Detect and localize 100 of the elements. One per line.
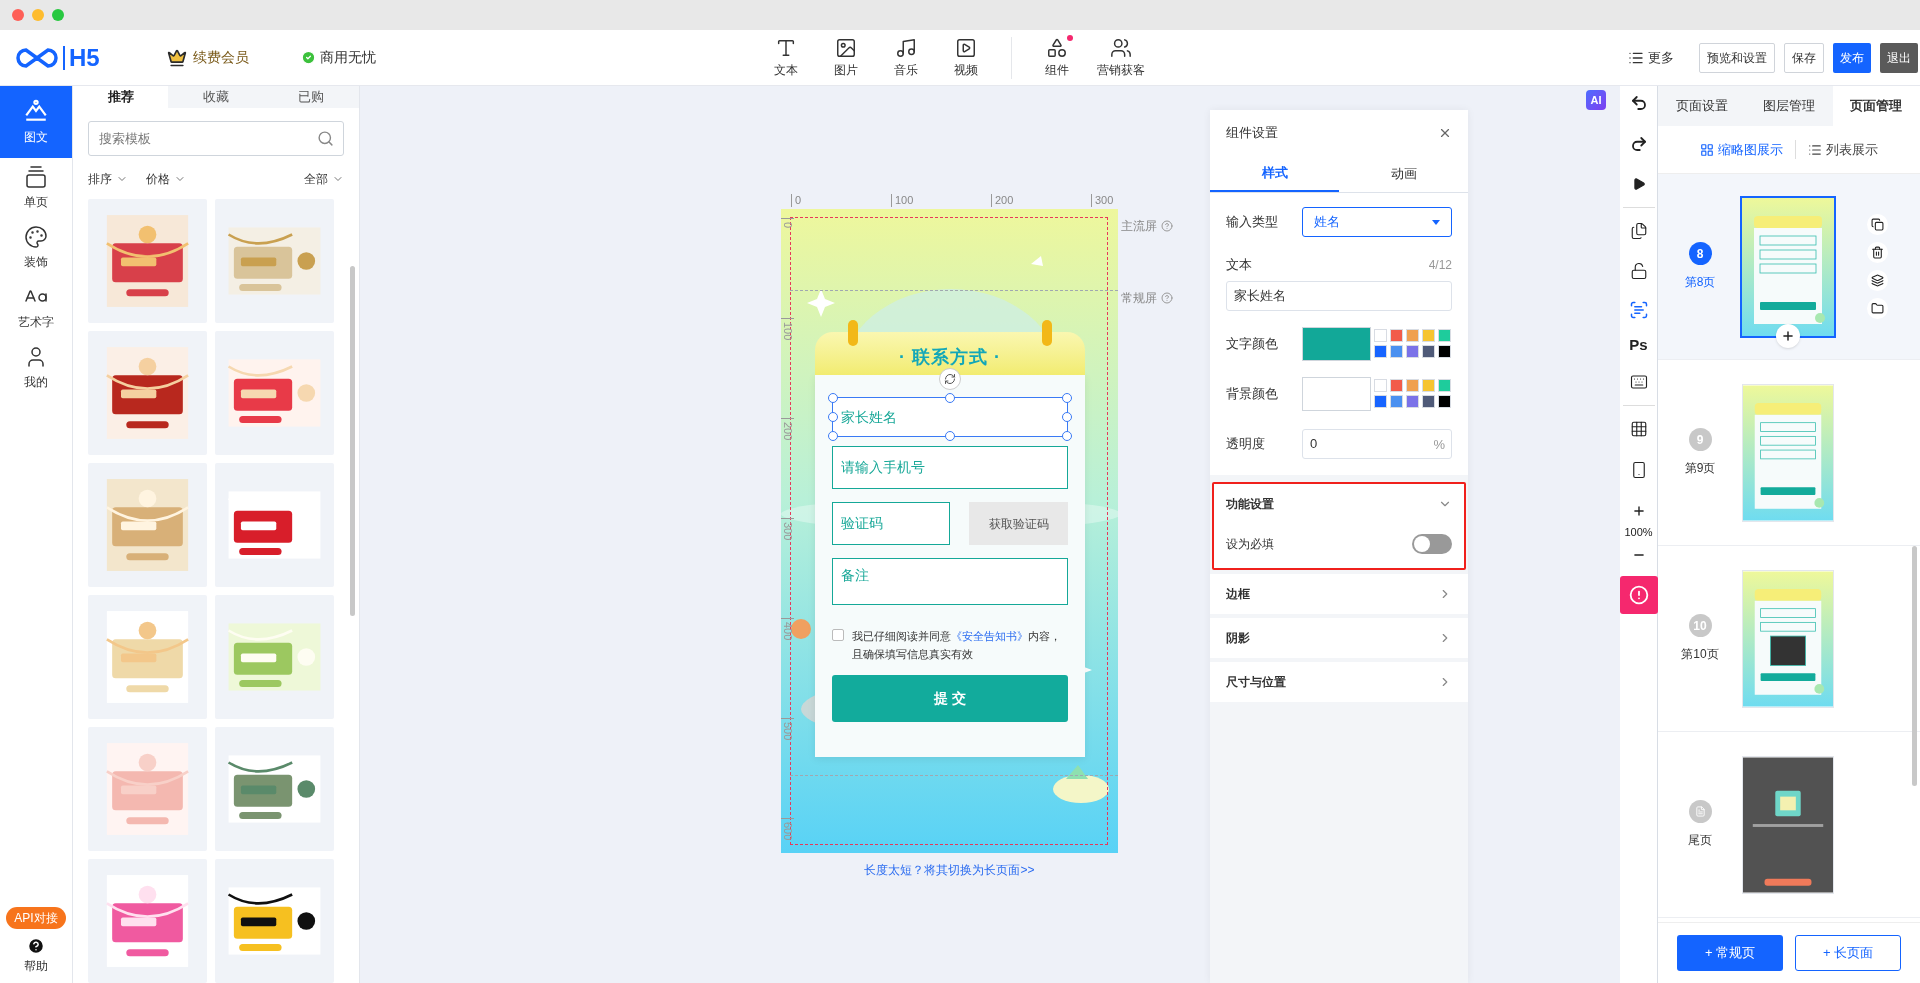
undo-icon[interactable] — [1629, 94, 1648, 112]
scrollbar[interactable] — [1912, 546, 1917, 786]
template-tab[interactable]: 推荐 — [73, 86, 169, 108]
color-swatch[interactable] — [1406, 379, 1419, 392]
duplicate-icon — [1871, 274, 1884, 287]
color-swatch[interactable] — [1390, 379, 1403, 392]
template-card[interactable] — [215, 859, 334, 983]
switch-long-page-link[interactable]: 长度太短？将其切换为长页面>> — [864, 861, 1035, 879]
ring-icon — [848, 320, 858, 346]
panel-tab[interactable]: 图层管理 — [1745, 86, 1833, 126]
color-swatch[interactable] — [1374, 379, 1387, 392]
filter-dropdown[interactable]: 价格 — [146, 170, 186, 188]
agreement-link[interactable]: 《安全告知书》 — [951, 630, 1028, 642]
color-swatch[interactable] — [1374, 345, 1387, 358]
filter-dropdown[interactable]: 排序 — [88, 170, 128, 188]
text-input[interactable]: 家长姓名 — [1226, 280, 1452, 311]
settings-tab[interactable]: 动画 — [1339, 156, 1468, 192]
plus-icon — [1781, 328, 1795, 343]
toolbar-tool[interactable]: 音乐 — [886, 36, 926, 79]
page-action-button[interactable] — [1867, 298, 1888, 319]
settings-tab[interactable]: 样式 — [1210, 156, 1339, 192]
rotate-handle[interactable] — [939, 368, 961, 390]
add-page-button[interactable]: + 常规页 — [1677, 935, 1783, 971]
toolbar-tool[interactable]: 图片 — [826, 36, 866, 79]
color-swatch[interactable] — [1438, 395, 1451, 408]
field-label: 文字颜色 — [1226, 334, 1279, 353]
page-row[interactable]: 8 第8页 — [1658, 174, 1920, 360]
agreement-checkbox[interactable] — [832, 629, 844, 641]
view-toggle[interactable]: 缩略图展示 — [1700, 139, 1783, 160]
color-swatch[interactable] — [1390, 345, 1403, 358]
panel-tab[interactable]: 页面设置 — [1658, 86, 1746, 126]
page-action-button[interactable] — [1867, 242, 1888, 263]
filter-dropdown[interactable]: 全部 — [304, 170, 344, 188]
ruler-label: 600 — [781, 818, 794, 841]
ai-button[interactable]: AI — [1586, 90, 1606, 110]
alert-icon — [1628, 585, 1649, 605]
zoom-in-icon[interactable] — [1631, 503, 1646, 518]
color-swatch[interactable] — [1422, 345, 1435, 358]
section-header[interactable]: 功能设置 — [1226, 483, 1452, 524]
color-picker[interactable] — [1302, 326, 1371, 361]
redo-icon[interactable] — [1629, 135, 1648, 153]
ps-button[interactable]: Ps — [1629, 334, 1648, 357]
header-button[interactable]: 预览和设置 — [1699, 42, 1775, 73]
scan-icon[interactable] — [1628, 300, 1649, 320]
panel-tab[interactable]: 页面管理 — [1832, 86, 1920, 126]
help-button[interactable]: 帮助 — [24, 937, 48, 975]
grid-icon[interactable] — [1629, 419, 1648, 438]
color-swatch[interactable] — [1438, 379, 1451, 392]
color-swatch[interactable] — [1406, 345, 1419, 358]
color-swatch[interactable] — [1422, 395, 1435, 408]
membership-link[interactable]: 续费会员 — [193, 47, 249, 68]
color-swatch[interactable] — [1406, 395, 1419, 408]
cards-icon — [24, 165, 48, 189]
scrollbar[interactable] — [350, 266, 355, 616]
resize-handle[interactable] — [945, 393, 955, 403]
play-icon[interactable] — [1631, 177, 1646, 191]
sidebar-item[interactable]: 图文 — [0, 86, 72, 158]
unlock-icon[interactable] — [1629, 262, 1648, 280]
copy-icon — [1871, 218, 1884, 231]
header-button[interactable]: 退出 — [1880, 42, 1918, 73]
header-button[interactable]: 保存 — [1784, 42, 1824, 73]
view-toggle[interactable]: 列表展示 — [1795, 139, 1878, 160]
color-swatch[interactable] — [1374, 395, 1387, 408]
input-type-select[interactable]: 姓名 — [1302, 207, 1452, 237]
color-swatch[interactable] — [1390, 329, 1403, 342]
color-swatch[interactable] — [1422, 379, 1435, 392]
help-icon[interactable] — [1161, 220, 1173, 232]
color-swatch[interactable] — [1390, 395, 1403, 408]
more-button[interactable]: 更多 — [1628, 47, 1674, 68]
color-picker[interactable] — [1302, 376, 1371, 411]
section-header[interactable]: 阴影 — [1226, 617, 1452, 658]
template-tab[interactable]: 收藏 — [168, 86, 264, 108]
color-swatch[interactable] — [1422, 329, 1435, 342]
page-action-button[interactable] — [1867, 214, 1888, 235]
color-swatch[interactable] — [1374, 329, 1387, 342]
section-header[interactable]: 尺寸与位置 — [1226, 661, 1452, 702]
search-field[interactable]: 搜索模板 — [88, 121, 344, 156]
header-button[interactable]: 发布 — [1833, 42, 1871, 73]
toggle-switch[interactable] — [1412, 533, 1452, 554]
toolbar-tool[interactable]: 营销获客 — [1097, 36, 1145, 79]
color-swatch[interactable] — [1438, 345, 1451, 358]
color-swatch[interactable] — [1438, 329, 1451, 342]
toolbar-tool[interactable]: 视频 — [946, 36, 986, 79]
color-swatch[interactable] — [1406, 329, 1419, 342]
get-code-button[interactable]: 获取验证码 — [969, 502, 1068, 545]
page-action-button[interactable] — [1867, 270, 1888, 291]
copy-icon[interactable] — [1629, 222, 1648, 240]
add-page-button[interactable]: + 长页面 — [1795, 935, 1901, 971]
resize-handle[interactable] — [945, 431, 955, 441]
users-icon — [1110, 36, 1132, 59]
help-icon[interactable] — [1161, 292, 1173, 304]
search-icon[interactable] — [317, 130, 334, 147]
alert-button[interactable] — [1619, 576, 1658, 614]
shapes-icon — [1046, 36, 1068, 59]
close-icon[interactable] — [1438, 126, 1452, 140]
template-tab[interactable]: 已购 — [263, 86, 359, 108]
keyboard-icon[interactable] — [1629, 372, 1648, 391]
section-header[interactable]: 边框 — [1226, 573, 1452, 614]
toolbar-tool[interactable]: 组件 — [1037, 36, 1077, 79]
toolbar-tool[interactable]: 文本 — [766, 36, 806, 79]
